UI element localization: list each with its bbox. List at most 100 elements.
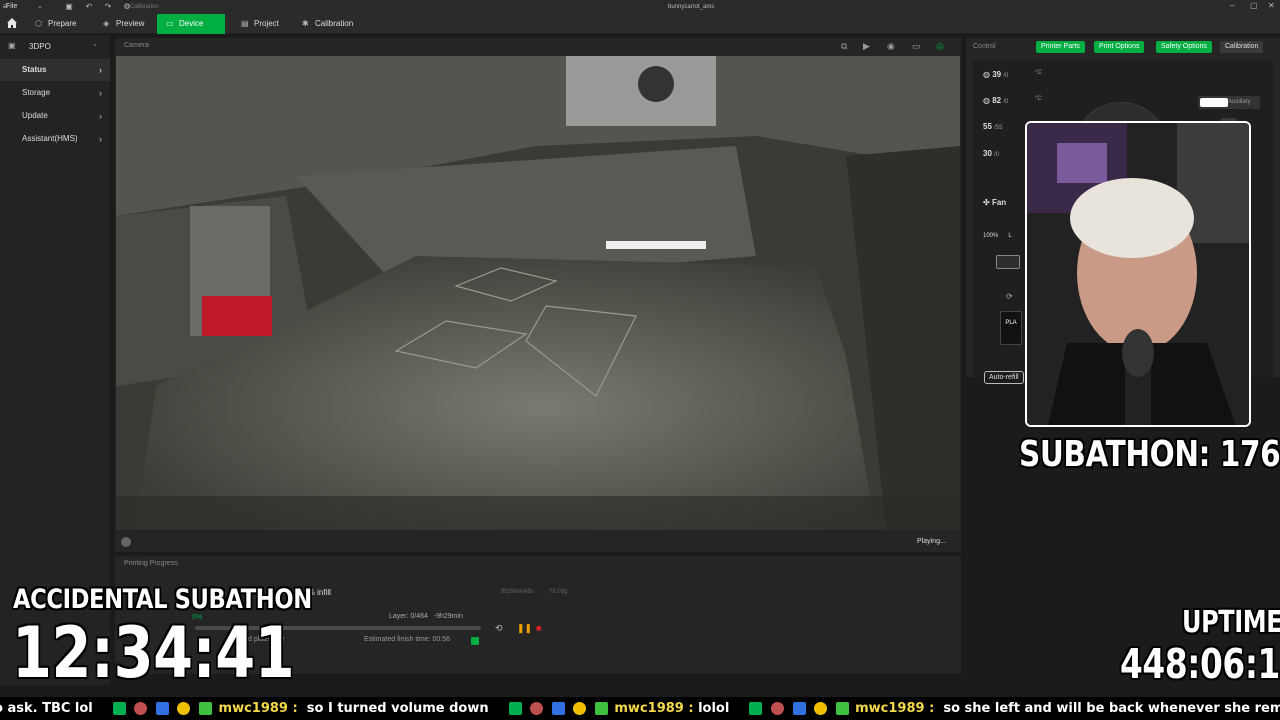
minimize-icon[interactable]: – <box>1230 1 1234 10</box>
ams-slot[interactable] <box>996 255 1020 269</box>
redo-icon[interactable]: ↷ <box>103 2 113 12</box>
live-icon[interactable]: ◎ <box>936 41 944 52</box>
chevron-right-icon: › <box>99 134 102 144</box>
remaining-time: -9h29min <box>433 613 463 620</box>
chat-message: so she left and will be back whenever sh… <box>943 701 1280 716</box>
layer-info: Layer: 0/464 -9h29min <box>389 613 463 620</box>
tab-preview[interactable]: ◈ Preview <box>94 14 154 34</box>
badge-icon <box>508 702 522 715</box>
app-window: ≡ File ⌄ ▣ ↶ ↷ ⚙ Calibration bunnycarrot… <box>0 0 1280 720</box>
badge-icon <box>573 702 587 715</box>
chevron-right-icon: › <box>99 65 102 75</box>
calibration-small-label: Calibration <box>130 4 159 10</box>
auto-refill-button[interactable]: Auto-refill <box>984 371 1024 384</box>
nozzle-left-temp[interactable]: ◍ 39 /0 °C <box>983 70 1042 79</box>
chat-message: lolol <box>698 701 730 716</box>
badge-icon <box>177 702 191 715</box>
save-icon[interactable]: ▣ <box>64 2 74 12</box>
control-label: Control <box>973 43 996 50</box>
badge-icon <box>814 702 828 715</box>
tab-calibration[interactable]: ✱ Calibration <box>293 14 363 34</box>
screen-icon[interactable]: ▭ <box>912 41 921 52</box>
print-options-button[interactable]: Print Options <box>1094 41 1145 53</box>
chat-message: so I turned volume down <box>306 701 489 716</box>
close-icon[interactable]: ✕ <box>1268 1 1275 10</box>
bed-temp[interactable]: 55 /55 <box>983 122 1002 131</box>
badge-icon <box>551 702 565 715</box>
tab-device-label: Device <box>179 19 204 28</box>
temp-target: /0 <box>994 152 1000 158</box>
accidental-subathon-timer: 12:34:41 <box>12 612 295 694</box>
badge-icon <box>792 702 806 715</box>
temp-target: /55 <box>994 125 1003 131</box>
main-toggle-option[interactable] <box>1200 98 1228 107</box>
chat-username: mwc1989 : <box>218 701 298 716</box>
tab-calibration-label: Calibration <box>315 19 354 28</box>
file-menu[interactable]: File <box>6 3 17 10</box>
chevron-down-icon[interactable]: ⌄ <box>37 2 43 10</box>
temp-value: 82 <box>992 96 1002 105</box>
tab-device[interactable]: ▭ Device <box>157 14 225 34</box>
layer-count: Layer: 0/464 <box>389 613 428 620</box>
subathon-counter: SUBATHON: 1762 <box>1019 434 1280 475</box>
home-icon[interactable] <box>6 17 18 29</box>
chevron-right-icon: › <box>99 111 102 121</box>
temp-value: 30 <box>983 149 992 158</box>
tab-project[interactable]: ▤ Project <box>232 14 289 34</box>
sidebar-item-label: Update <box>22 111 48 120</box>
task-weight: 78.03g <box>549 589 568 595</box>
refresh-icon[interactable]: ⟳ <box>1006 292 1013 301</box>
refresh-icon[interactable]: ⟲ <box>495 623 503 634</box>
printer-selector[interactable]: ▣ 3DPO ◔ <box>0 35 110 57</box>
camera-settings-icon[interactable]: ⧉ <box>841 41 847 52</box>
uptime-label: UPTIME <box>1182 605 1280 640</box>
chat-username: mwc1989 : <box>614 701 694 716</box>
sidebar-item-storage[interactable]: Storage › <box>0 82 110 104</box>
timelapse-icon[interactable]: ◉ <box>887 41 895 52</box>
nozzle-right-temp[interactable]: ◍ 82 /0 °C <box>983 96 1042 105</box>
chat-message: o ask. TBC lol <box>0 701 93 716</box>
record-icon[interactable] <box>121 537 131 547</box>
stop-icon[interactable]: ■ <box>536 623 541 633</box>
task-duration: 9h29min48s <box>501 589 534 595</box>
maximize-icon[interactable]: ▢ <box>1250 1 1258 10</box>
printer-parts-button[interactable]: Printer Parts <box>1036 41 1085 53</box>
project-icon: ▤ <box>241 19 249 28</box>
uptime-value: 448:06:11 <box>1120 640 1280 688</box>
badge-icon <box>155 702 169 715</box>
status-indicator <box>471 637 479 645</box>
pause-icon[interactable]: ❚❚ <box>517 623 532 634</box>
fan-icon: ✣ <box>983 198 990 207</box>
filament-type: PLA <box>1005 320 1017 326</box>
temp-unit: °C <box>1035 96 1042 102</box>
chamber-temp[interactable]: 30 /0 <box>983 149 999 158</box>
temp-unit: °C <box>1035 70 1042 76</box>
tab-prepare[interactable]: ⬡ Prepare <box>26 14 86 34</box>
extruder-toggle[interactable]: Auxiliary <box>1198 96 1260 109</box>
sidebar-item-status[interactable]: Status › <box>0 59 110 81</box>
speed-percent[interactable]: 100% L <box>983 233 1012 239</box>
sidebar-item-assistant-hms[interactable]: Assistant(HMS) › <box>0 128 110 150</box>
preview-icon: ◈ <box>103 19 110 28</box>
video-icon[interactable]: ▶ <box>863 41 870 52</box>
fan-text: Fan <box>991 198 1007 207</box>
fan-label[interactable]: ✣ Fan <box>983 198 1006 207</box>
safety-options-button[interactable]: Safety Options <box>1156 41 1212 53</box>
camera-panel: Camera ⧉ ▶ ◉ ▭ ◎ Playing... <box>115 38 961 552</box>
auxiliary-toggle-option[interactable]: Auxiliary <box>1228 99 1251 105</box>
temp-value: 39 <box>992 70 1002 79</box>
avatar-icon <box>770 702 784 715</box>
avatar-icon <box>134 702 148 715</box>
temp-target: /0 <box>1003 99 1009 105</box>
undo-icon[interactable]: ↶ <box>84 2 94 12</box>
nozzle-icon: ◍ <box>983 70 990 79</box>
badge-icon <box>749 702 763 715</box>
tab-project-label: Project <box>254 19 279 28</box>
filament-slot[interactable]: PLA <box>1000 311 1022 345</box>
calibration-button[interactable]: Calibration <box>1220 41 1264 53</box>
printer-icon: ▣ <box>8 41 16 50</box>
chat-username: mwc1989 : <box>855 701 935 716</box>
estimated-finish: Estimated finish time: 00:56 <box>364 636 450 643</box>
streamer-webcam <box>1025 121 1251 427</box>
sidebar-item-update[interactable]: Update › <box>0 105 110 127</box>
